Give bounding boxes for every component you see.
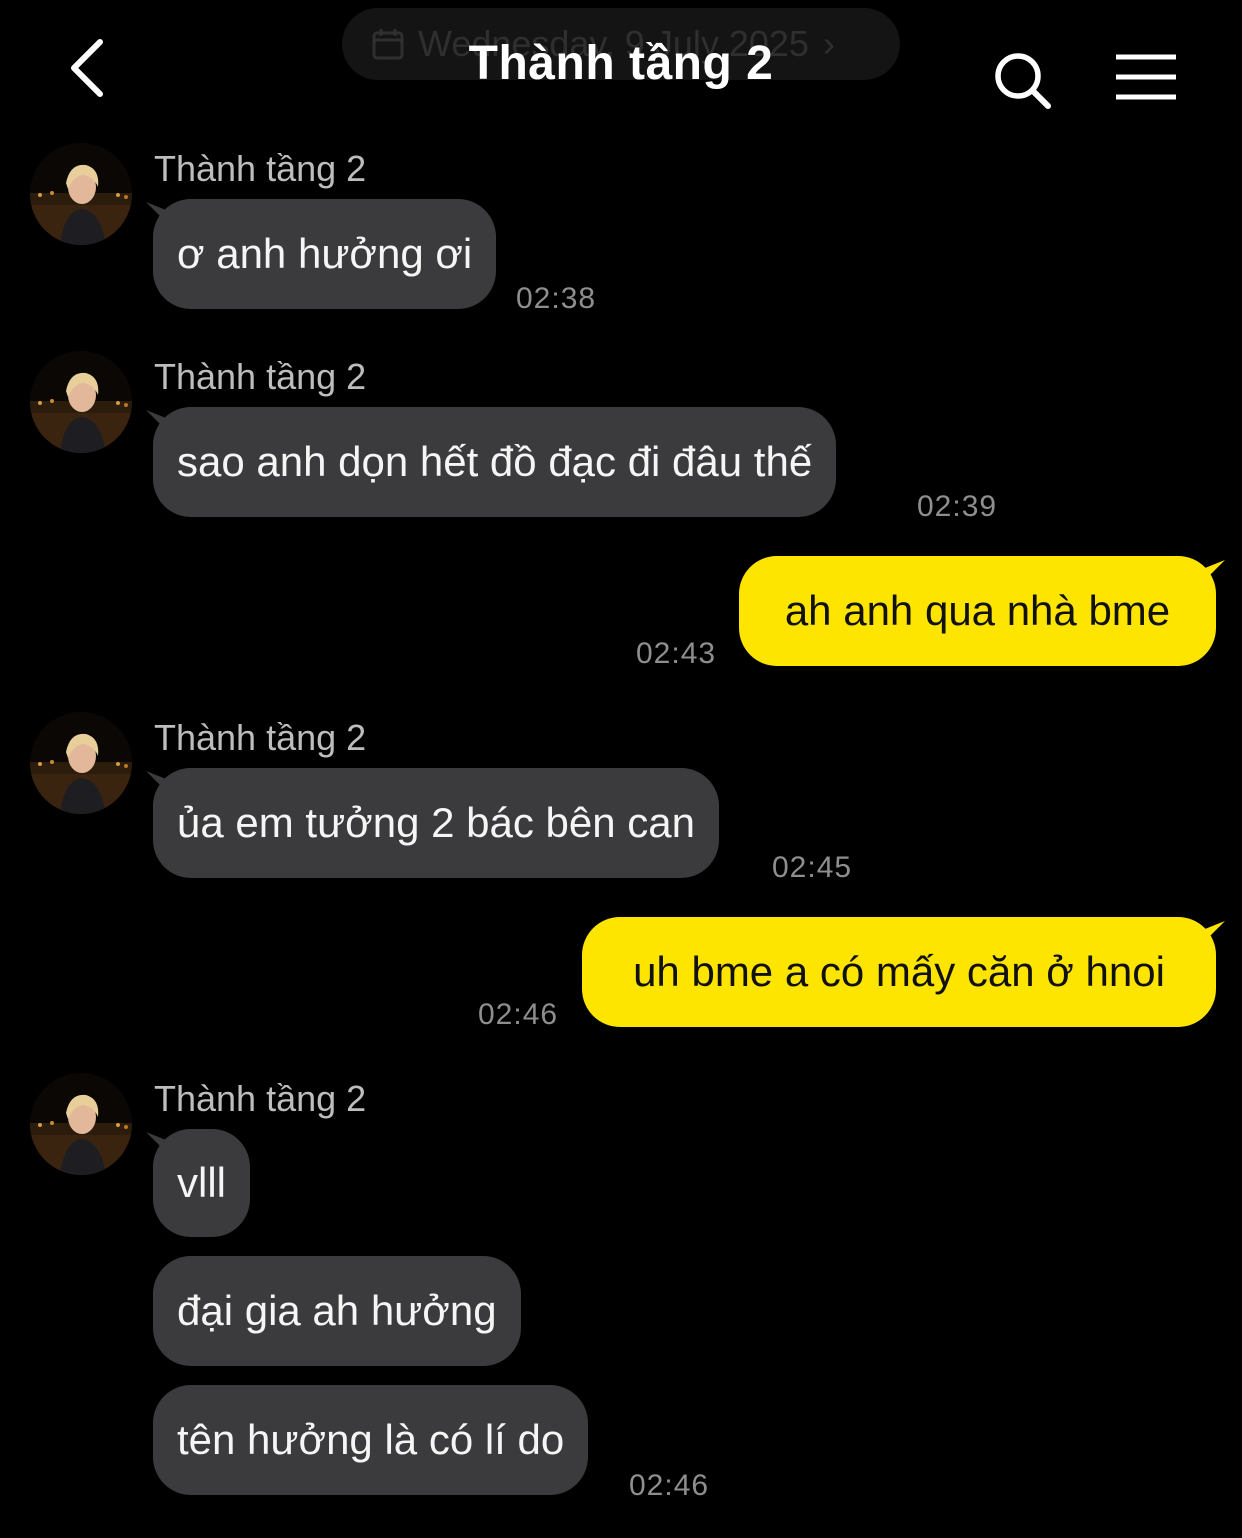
- outgoing-message[interactable]: uh bme a có mấy căn ở hnoi: [582, 917, 1216, 1027]
- sender-name: Thành tầng 2: [154, 1078, 367, 1119]
- incoming-message[interactable]: đại gia ah hưởng: [153, 1256, 521, 1366]
- message-time: 02:43: [636, 637, 717, 670]
- incoming-message[interactable]: ơ anh hưởng ơi: [153, 199, 497, 309]
- message-time: 02:38: [516, 282, 597, 315]
- avatar[interactable]: [30, 143, 132, 245]
- avatar[interactable]: [30, 712, 132, 814]
- message-time: 02:46: [478, 998, 559, 1031]
- message-time: 02:46: [629, 1469, 710, 1502]
- avatar[interactable]: [30, 1073, 132, 1175]
- incoming-message[interactable]: vlll: [153, 1129, 250, 1237]
- incoming-message[interactable]: tên hưởng là có lí do: [153, 1385, 589, 1495]
- sender-name: Thành tầng 2: [154, 148, 367, 189]
- incoming-message[interactable]: sao anh dọn hết đồ đạc đi đâu thế: [153, 407, 837, 517]
- hamburger-menu-icon[interactable]: [1112, 52, 1180, 104]
- sender-name: Thành tầng 2: [154, 356, 367, 397]
- message-time: 02:39: [917, 490, 998, 523]
- message-time: 02:45: [772, 851, 853, 884]
- incoming-message[interactable]: ủa em tưởng 2 bác bên can: [153, 768, 719, 878]
- sender-name: Thành tầng 2: [154, 717, 367, 758]
- search-icon[interactable]: [990, 50, 1056, 112]
- outgoing-message[interactable]: ah anh qua nhà bme: [739, 556, 1216, 666]
- avatar[interactable]: [30, 351, 132, 453]
